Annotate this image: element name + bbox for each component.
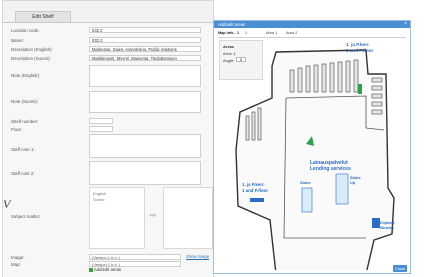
add-area-icon (89, 267, 93, 272)
ctrl-area-label: Area: 1 (223, 51, 236, 56)
map-label-left-2: 1 and P.floor (242, 188, 268, 193)
note-fi-textarea[interactable] (89, 91, 201, 113)
floor-field[interactable] (89, 126, 113, 132)
map-elevator-1: Kirjastot (380, 221, 395, 225)
add-areas-link[interactable]: Add/edit areas (89, 267, 121, 272)
staff-note1-textarea[interactable] (89, 134, 201, 158)
name-label: Name: (11, 38, 24, 43)
tab-area-2[interactable]: Area 2 (286, 31, 297, 35)
shelf-number-field[interactable] (89, 118, 113, 124)
note-en-label: Note (English): (11, 73, 41, 78)
location-code-field[interactable]: 032.2 (89, 27, 201, 33)
add-areas-modal: Add/edit areas × Map info - 1 1 Area 1 A… (213, 20, 411, 274)
close-icon[interactable]: × (404, 21, 407, 28)
show-image-link[interactable]: Show image (186, 254, 209, 259)
subject-selected-list[interactable] (163, 187, 213, 249)
stairs-block-1 (301, 187, 313, 213)
staff-note2-label: Staff note 2: (11, 171, 35, 176)
map-label-left-1: 1. ja P.kerr. (242, 182, 265, 187)
map-elevator-2: libraries (380, 226, 394, 230)
map-label: Map: (11, 262, 21, 267)
image-label: Image: (11, 255, 25, 260)
screen: Edit Shelf Location code: 032.2 Name: 03… (0, 0, 426, 277)
modal-title: Add/edit areas (214, 21, 410, 28)
elevator-icon (372, 218, 380, 228)
tab-map-info[interactable]: Map info - 1 (218, 31, 239, 35)
map-stairs-2: Stairs (350, 176, 361, 180)
move-right-arrow-icon[interactable]: ➡ (149, 210, 157, 221)
tab-area-1[interactable]: Area 1 (266, 31, 277, 35)
desc-fi-field[interactable]: Markkinointi, Myynti, Mainonta, Tiedotta… (89, 55, 201, 61)
staff-note2-textarea[interactable] (89, 161, 201, 185)
subject-item-english[interactable]: English (93, 191, 106, 196)
staff-note1-label: Staff note 1: (11, 147, 35, 152)
add-areas-label: Add/edit areas (94, 267, 122, 272)
floor-label: Floor: (11, 127, 23, 132)
edit-shelf-panel: Edit Shelf Location code: 032.2 Name: 03… (2, 0, 214, 277)
subject-item-suomi[interactable]: Suomi (93, 197, 104, 202)
stairs-block-2 (335, 173, 349, 205)
shelf-number-label: Shelf number: (11, 119, 39, 124)
subject-available-list[interactable]: English Suomi (89, 187, 145, 249)
entrance-bar (250, 198, 264, 202)
map-stairs-3: Up (350, 181, 356, 185)
note-en-textarea[interactable] (89, 65, 201, 87)
area-controls: Areas Area: 1 Angle: 0 (219, 40, 263, 80)
note-fi-label: Note (Suomi): (11, 99, 39, 104)
tab-edit-shelf[interactable]: Edit Shelf (15, 11, 71, 22)
map-stairs-1: Stairs (300, 181, 311, 185)
map-lending-2: Lending services (310, 166, 351, 172)
desc-fi-label: Description (Suomi): (11, 56, 51, 61)
desc-en-label: Description (English): (11, 47, 53, 52)
subject-label: Subject matter: (11, 214, 41, 219)
image-select[interactable]: (Version 1 h.n. ) (89, 254, 181, 260)
desc-en-field[interactable]: Marketing, Sales, Advertising, Public re… (89, 46, 201, 52)
angle-input[interactable]: 0 (236, 57, 246, 62)
map-label-top-2: 1 and P.floor (346, 48, 373, 53)
side-mark: V (3, 197, 11, 211)
ctrl-angle-label: Angle: (223, 58, 235, 63)
selected-shelf-highlight (358, 84, 362, 94)
close-button[interactable]: Close (393, 265, 407, 272)
ctrl-title: Areas (223, 44, 235, 49)
tab-1[interactable]: 1 (245, 31, 247, 35)
name-field[interactable]: 032.2 (89, 37, 201, 43)
location-code-label: Location code: (11, 28, 40, 33)
map-label-top-1: 1. ja P.kerr. (346, 42, 370, 47)
